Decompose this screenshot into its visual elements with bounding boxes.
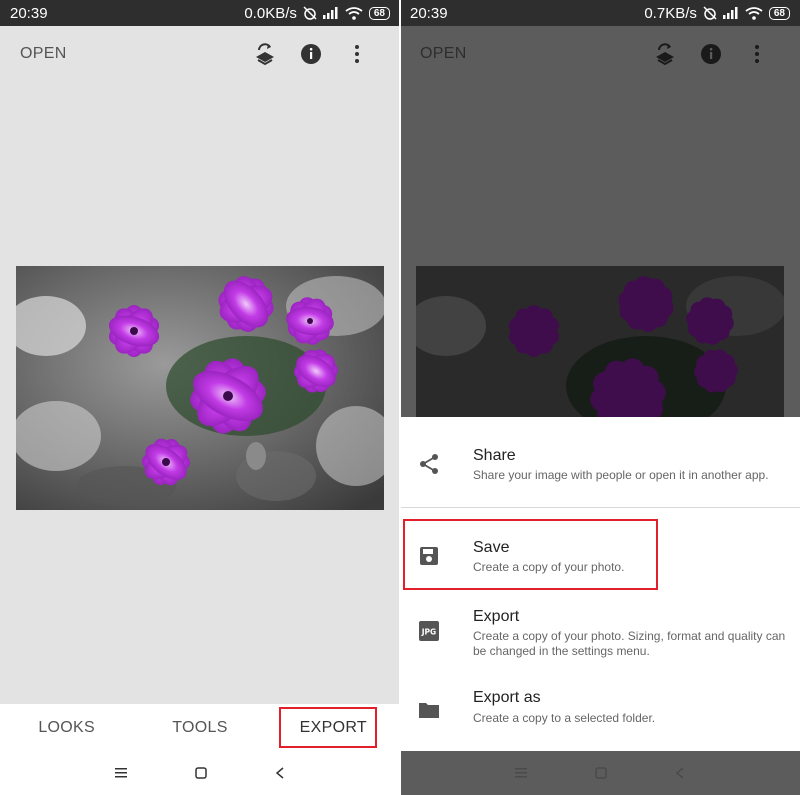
open-button[interactable]: OPEN: [20, 45, 242, 63]
app-bar: OPEN: [0, 26, 400, 82]
export-as-description: Create a copy to a selected folder.: [473, 711, 656, 725]
status-time: 20:39: [410, 4, 448, 22]
share-option[interactable]: Share Share your image with people or op…: [400, 417, 800, 507]
signal-icon: [722, 7, 738, 19]
status-bar: 20:39 0.7KB/s 68: [400, 0, 800, 26]
system-nav-bar: [0, 751, 400, 795]
status-bar: 20:39 0.0KB/s 68: [0, 0, 400, 26]
info-button[interactable]: [288, 34, 334, 74]
jpg-icon: JPG: [419, 621, 439, 641]
network-speed: 0.7KB/s: [644, 4, 697, 22]
left-screen: 20:39 0.0KB/s 68 OPEN LOOKS TOOLS EXPORT: [0, 0, 400, 795]
menu-icon[interactable]: [115, 768, 127, 778]
sheet-divider: [400, 507, 800, 508]
export-as-title: Export as: [473, 689, 541, 706]
export-title: Export: [473, 608, 520, 625]
back-icon[interactable]: [275, 767, 285, 779]
layers-undo-icon: [256, 43, 274, 66]
jpg-label: JPG: [421, 628, 436, 637]
history-layers-button[interactable]: [642, 34, 688, 74]
wifi-icon: [745, 6, 763, 20]
more-button[interactable]: [334, 34, 380, 74]
save-highlight-box: [403, 519, 658, 590]
info-button[interactable]: [688, 34, 734, 74]
more-vert-icon: [355, 45, 359, 63]
system-nav-bar: [400, 751, 800, 795]
open-button[interactable]: OPEN: [420, 45, 642, 63]
tab-tools[interactable]: TOOLS: [133, 719, 266, 737]
more-vert-icon: [755, 45, 759, 63]
export-as-option[interactable]: Export as Create a copy to a selected fo…: [400, 673, 800, 752]
signal-icon: [322, 7, 338, 19]
battery-icon: 68: [368, 6, 390, 20]
info-icon: [701, 44, 721, 64]
wifi-icon: [345, 6, 363, 20]
export-description: Create a copy of your photo. Sizing, for…: [473, 629, 786, 658]
app-bar: OPEN: [400, 26, 800, 82]
info-icon: [301, 44, 321, 64]
export-highlight-box: [279, 707, 377, 748]
screen-divider: [399, 0, 401, 795]
tab-looks[interactable]: LOOKS: [0, 719, 133, 737]
back-icon[interactable]: [675, 767, 685, 779]
status-time: 20:39: [10, 4, 48, 22]
more-button[interactable]: [734, 34, 780, 74]
share-icon: [420, 454, 438, 474]
right-screen: 20:39 0.7KB/s 68 OPEN Share Share your i…: [400, 0, 800, 795]
alarm-off-icon: [703, 6, 717, 20]
share-description: Share your image with people or open it …: [473, 468, 769, 482]
layers-undo-icon: [656, 43, 674, 66]
alarm-off-icon: [303, 6, 317, 20]
home-icon[interactable]: [595, 767, 607, 779]
export-option[interactable]: JPG Export Create a copy of your photo. …: [400, 593, 800, 673]
folder-icon: [419, 703, 439, 718]
history-layers-button[interactable]: [242, 34, 288, 74]
share-title: Share: [473, 447, 516, 464]
battery-icon: 68: [768, 6, 790, 20]
photo-preview[interactable]: [16, 266, 384, 510]
network-speed: 0.0KB/s: [244, 4, 297, 22]
menu-icon[interactable]: [515, 768, 527, 778]
home-icon[interactable]: [195, 767, 207, 779]
